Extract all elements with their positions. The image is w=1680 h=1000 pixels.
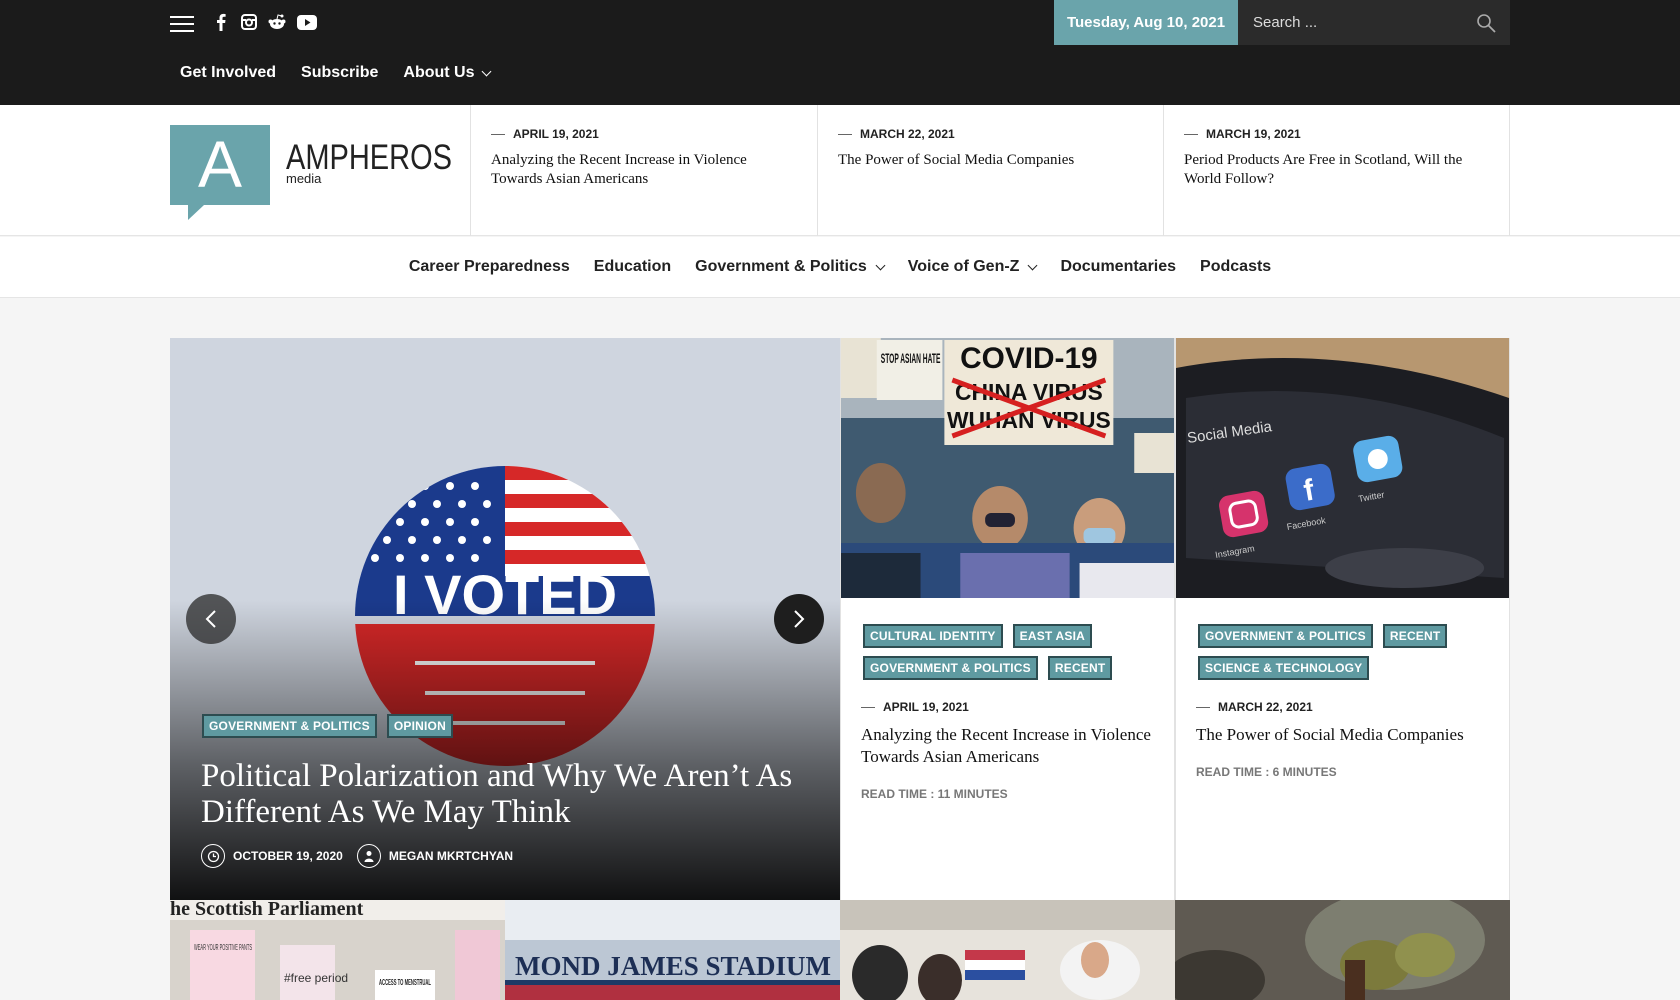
social-links [212,11,318,33]
nav-education[interactable]: Education [594,258,671,276]
logo-sub: media [286,171,322,186]
post-title-link[interactable]: Analyzing the Recent Increase in Violenc… [861,724,1161,768]
hero-tags: Government & Politics Opinion [202,714,453,738]
post-title-link[interactable]: Period Products Are Free in Scotland, Wi… [1184,151,1489,189]
nav-about-us[interactable]: About Us [403,64,491,82]
category-tag[interactable]: Government & Politics [202,714,377,738]
category-tag[interactable]: Recent [1047,656,1113,680]
instagram-icon[interactable] [240,11,258,33]
read-time: Read Time : 6 Minutes [1196,765,1337,779]
parliament-sign-text: he Scottish Parliament [170,900,364,920]
youtube-icon[interactable] [296,11,318,33]
post-date: March 22, 2021 [1196,700,1313,714]
current-date: Tuesday, Aug 10, 2021 [1054,0,1238,45]
card-tags: Cultural Identity East Asia Government &… [863,624,1163,680]
chevron-down-icon [1028,260,1038,270]
protest-sign-text: #free period [284,971,348,985]
slider-next-button[interactable] [774,594,824,644]
category-tag[interactable]: Government & Politics [863,656,1038,680]
post-title-link[interactable]: The Power of Social Media Companies [838,151,1143,170]
chevron-down-icon [875,260,886,270]
hamburger-menu-icon[interactable] [170,16,194,32]
latest-post: March 22, 2021 The Power of Social Media… [817,105,1163,236]
scotland-protest-image[interactable]: he Scottish Parliament WEAR YOUR POSITIV… [170,900,505,1000]
nav-label: Education [593,258,672,275]
post-title-link[interactable]: The Power of Social Media Companies [1196,724,1496,746]
nav-label: Documentaries [1060,258,1177,275]
nav-voice-of-gen-z[interactable]: Voice of Gen-Z [907,258,1038,276]
nav-government-politics[interactable]: Government & Politics [695,258,886,276]
nav-label: About Us [403,64,475,81]
post-date: April 19, 2021 [491,127,797,141]
nav-label: Get Involved [180,64,277,81]
nav-documentaries[interactable]: Documentaries [1060,258,1176,276]
stadium-sign-text: MOND JAMES STADIUM [515,951,831,981]
featured-grid: I VOTED Government & Politics Opinion Po… [170,338,1510,900]
post-date: March 19, 2021 [1184,127,1489,141]
card-tags: Government & Politics Recent Science & T… [1198,624,1498,680]
nav-podcasts[interactable]: Podcasts [1200,258,1271,276]
hero-meta: October 19, 2020 Megan Mkrtchyan [201,844,513,868]
nav-label: Podcasts [1200,258,1272,275]
post-card: STOP ASIAN HATE COVID-19 CHINA VIRUS WUH… [840,338,1175,900]
nav-subscribe[interactable]: Subscribe [301,64,378,82]
post-date[interactable]: October 19, 2020 [233,849,343,863]
search-box [1238,0,1510,45]
nav-label: Voice of Gen-Z [907,258,1020,275]
post-date: April 19, 2021 [861,700,969,714]
slider-prev-button[interactable] [186,594,236,644]
latest-post: March 19, 2021 Period Products Are Free … [1163,105,1510,236]
post-title-link[interactable]: Analyzing the Recent Increase in Violenc… [491,151,797,189]
category-tag[interactable]: Opinion [386,714,453,738]
nav-label: Career Preparedness [408,258,570,275]
pope-crowd-image[interactable] [840,900,1175,1000]
sign-covid-text: COVID-19 [960,342,1098,375]
top-nav: Get Involved Subscribe About Us [180,64,491,82]
category-tag[interactable]: East Asia [1012,624,1092,648]
hero-slide[interactable]: I VOTED Government & Politics Opinion Po… [170,338,840,900]
nav-get-involved[interactable]: Get Involved [180,64,276,82]
protest-sign-text: WEAR YOUR POSITIVE PANTS [194,943,252,952]
category-tag[interactable]: Government & Politics [1198,624,1373,648]
nav-label: Subscribe [301,64,379,81]
search-input[interactable] [1238,0,1468,45]
main-nav: Career Preparedness Education Government… [0,237,1680,298]
sign-line-1: CHINA VIRUS [955,379,1103,405]
protest-sign-text: ACCESS TO MENSTRUAL [379,978,431,987]
hero-title-link[interactable]: Political Polarization and Why We Aren’t… [201,758,801,830]
category-tag[interactable]: Recent [1382,624,1448,648]
logo-letter: A [198,127,242,201]
social-media-phone-image[interactable]: Social Media f Instagram Facebook Twitte… [1176,338,1509,598]
chevron-left-icon [205,610,216,628]
cannabis-jar-image[interactable] [1175,900,1510,1000]
search-icon[interactable] [1476,13,1496,33]
post-author[interactable]: Megan Mkrtchyan [389,849,513,863]
read-time: Read Time : 11 Minutes [861,787,1008,801]
latest-post: April 19, 2021 Analyzing the Recent Incr… [470,105,817,236]
facebook-icon[interactable] [212,11,230,33]
protest-image[interactable]: STOP ASIAN HATE COVID-19 CHINA VIRUS WUH… [841,338,1174,598]
post-date: March 22, 2021 [838,127,1143,141]
stadium-image[interactable]: MOND JAMES STADIUM [505,900,840,1000]
reddit-icon[interactable] [268,11,286,33]
chevron-down-icon [481,66,491,76]
category-tag[interactable]: Science & Technology [1198,656,1370,680]
sign-stop-text: STOP ASIAN HATE [881,350,941,366]
nav-label: Government & Politics [695,258,867,275]
category-tag[interactable]: Cultural Identity [863,624,1003,648]
site-header: A AMPHEROS media April 19, 2021 Analyzin… [0,105,1680,236]
nav-career-preparedness[interactable]: Career Preparedness [409,258,570,276]
post-card: Social Media f Instagram Facebook Twitte… [1175,338,1510,900]
site-logo[interactable]: A AMPHEROS media [170,125,453,220]
chevron-right-icon [794,610,805,628]
clock-icon [201,844,225,868]
author-icon [356,844,381,868]
top-bar: Get Involved Subscribe About Us Tuesday,… [0,0,1680,105]
